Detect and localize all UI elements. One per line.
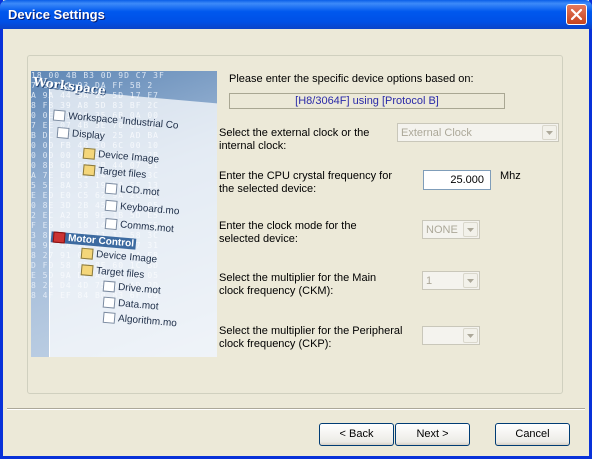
crystal-frequency-input[interactable]: 25.000 bbox=[423, 170, 491, 190]
ckm-multiplier-value: 1 bbox=[426, 275, 433, 287]
dropdown-button[interactable] bbox=[463, 328, 478, 343]
dropdown-button[interactable] bbox=[463, 273, 478, 288]
intro-text: Please enter the specific device options… bbox=[229, 73, 474, 85]
back-button[interactable]: < Back bbox=[319, 423, 394, 446]
chevron-down-icon bbox=[467, 334, 474, 338]
window-title: Device Settings bbox=[8, 7, 105, 22]
file-icon bbox=[102, 296, 116, 309]
folder-icon bbox=[80, 264, 94, 277]
ckp-multiplier-label: Select the multiplier for the Peripheral… bbox=[219, 325, 403, 350]
next-button[interactable]: Next > bbox=[395, 423, 470, 446]
workspace-icon bbox=[52, 109, 66, 122]
chevron-down-icon bbox=[467, 228, 474, 232]
file-icon bbox=[104, 218, 118, 231]
file-icon bbox=[104, 182, 118, 195]
close-icon bbox=[570, 8, 583, 21]
title-bar[interactable]: Device Settings bbox=[0, 0, 592, 29]
ckm-multiplier-dropdown[interactable]: 1 bbox=[422, 271, 480, 290]
file-icon bbox=[102, 311, 116, 324]
chevron-down-icon bbox=[467, 279, 474, 283]
button-divider bbox=[7, 408, 585, 410]
folder-icon bbox=[82, 147, 96, 160]
workspace-illustration: 18 00 4B B3 0D 9D C7 3F 7 EF 48 93 DA FF… bbox=[31, 71, 217, 357]
project-icon bbox=[56, 126, 70, 139]
close-button[interactable] bbox=[566, 4, 587, 25]
clock-mode-value: NONE bbox=[426, 224, 458, 236]
clock-source-value: External Clock bbox=[401, 127, 472, 139]
project-icon bbox=[52, 231, 66, 244]
dropdown-button[interactable] bbox=[463, 222, 478, 237]
crystal-frequency-label: Enter the CPU crystal frequency for the … bbox=[219, 170, 393, 195]
chevron-down-icon bbox=[546, 131, 553, 135]
crystal-frequency-unit: Mhz bbox=[500, 170, 521, 182]
dropdown-button[interactable] bbox=[542, 125, 557, 140]
file-icon bbox=[102, 280, 116, 293]
clock-source-label: Select the external clock or the interna… bbox=[219, 127, 370, 152]
device-protocol-banner: [H8/3064F] using [Protocol B] bbox=[229, 93, 505, 109]
file-icon bbox=[104, 199, 118, 212]
cancel-button[interactable]: Cancel bbox=[495, 423, 570, 446]
clock-source-dropdown[interactable]: External Clock bbox=[397, 123, 559, 142]
ckp-multiplier-dropdown[interactable] bbox=[422, 326, 480, 345]
clock-mode-dropdown[interactable]: NONE bbox=[422, 220, 480, 239]
folder-icon bbox=[82, 164, 96, 177]
folder-icon bbox=[80, 247, 94, 260]
clock-mode-label: Enter the clock mode for the selected de… bbox=[219, 220, 357, 245]
ckm-multiplier-label: Select the multiplier for the Main clock… bbox=[219, 272, 377, 297]
